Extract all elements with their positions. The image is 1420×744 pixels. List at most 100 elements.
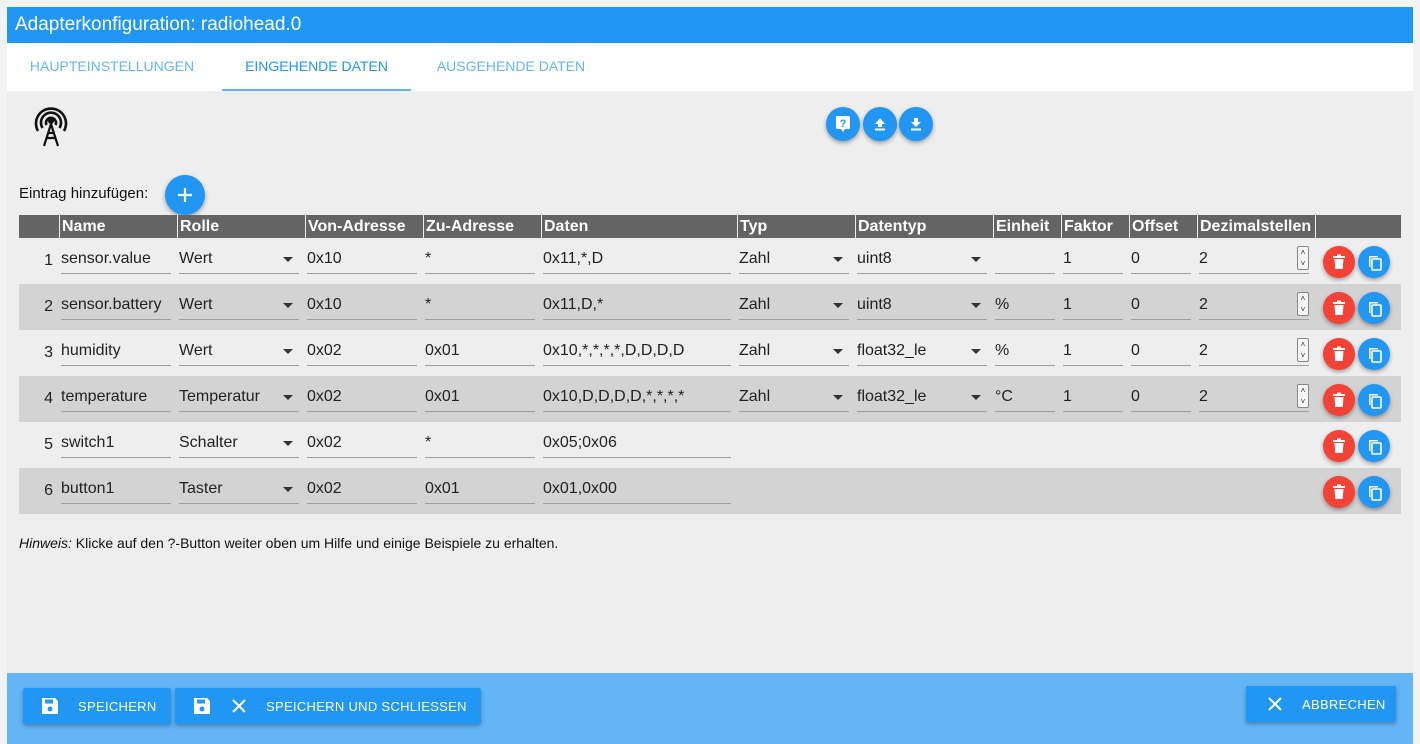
dezimalstellen-input[interactable]: 2 ˄ ˅ [1199, 290, 1309, 320]
copy-row-button[interactable] [1358, 476, 1390, 508]
download-button[interactable] [899, 107, 933, 141]
help-button[interactable]: ? [826, 107, 860, 141]
delete-row-button[interactable] [1323, 384, 1355, 416]
download-icon [911, 118, 921, 131]
delete-row-button[interactable] [1323, 292, 1355, 324]
column-header-actions [1315, 215, 1401, 238]
typ-select[interactable]: Zahl [739, 244, 849, 274]
daten-input[interactable]: 0x10,*,*,*,*,D,D,D,D [543, 336, 731, 366]
copy-row-button[interactable] [1358, 292, 1390, 324]
copy-row-button[interactable] [1358, 384, 1390, 416]
number-spinner[interactable]: ˄ ˅ [1297, 246, 1309, 270]
typ-value: Zahl [739, 250, 771, 267]
rolle-select[interactable]: Taster [179, 474, 299, 504]
name-input[interactable]: switch1 [61, 428, 171, 458]
copy-row-button[interactable] [1358, 430, 1390, 462]
rolle-select[interactable]: Wert [179, 336, 299, 366]
delete-row-button[interactable] [1323, 338, 1355, 370]
dezimalstellen-input[interactable]: 2 ˄ ˅ [1199, 382, 1309, 412]
typ-select[interactable]: Zahl [739, 336, 849, 366]
save-button[interactable]: SPEICHERN [23, 688, 171, 724]
faktor-input[interactable]: 1 [1063, 244, 1123, 274]
add-entry-button[interactable] [165, 175, 205, 215]
typ-select[interactable]: Zahl [739, 290, 849, 320]
tab-ausgehende-daten[interactable]: AUSGEHENDE DATEN [416, 43, 606, 91]
faktor-input[interactable]: 1 [1063, 336, 1123, 366]
daten-input[interactable]: 0x05;0x06 [543, 428, 731, 458]
upload-icon [875, 118, 885, 131]
daten-input[interactable]: 0x01,0x00 [543, 474, 731, 504]
von-adresse-input[interactable]: 0x02 [307, 336, 417, 366]
dropdown-caret-icon [971, 395, 981, 400]
dezimalstellen-input[interactable]: 2 ˄ ˅ [1199, 336, 1309, 366]
name-input[interactable]: humidity [61, 336, 171, 366]
number-spinner[interactable]: ˄ ˅ [1297, 384, 1309, 408]
tab-haupteinstellungen[interactable]: HAUPTEINSTELLUNGEN [7, 43, 217, 91]
rolle-select[interactable]: Wert [179, 290, 299, 320]
page-background: Adapterkonfiguration: radiohead.0 HAUPTE… [0, 0, 1420, 744]
hint-body: Klicke auf den ?-Button weiter oben um H… [71, 535, 559, 551]
daten-input[interactable]: 0x11,D,* [543, 290, 731, 320]
save-and-close-label: SPEICHERN UND SCHLIESSEN [266, 698, 467, 714]
name-input[interactable]: temperature [61, 382, 171, 412]
faktor-input[interactable]: 1 [1063, 290, 1123, 320]
von-adresse-input[interactable]: 0x02 [307, 382, 417, 412]
hint-prefix: Hinweis: [19, 535, 72, 551]
copy-icon [1369, 394, 1382, 409]
dropdown-caret-icon [971, 303, 981, 308]
row-number: 1 [44, 252, 53, 269]
einheit-input[interactable] [995, 244, 1055, 274]
dropdown-caret-icon [283, 257, 293, 262]
von-adresse-input[interactable]: 0x10 [307, 244, 417, 274]
offset-input[interactable]: 0 [1131, 290, 1191, 320]
faktor-input[interactable]: 1 [1063, 382, 1123, 412]
offset-input[interactable]: 0 [1131, 244, 1191, 274]
offset-input[interactable]: 0 [1131, 336, 1191, 366]
daten-input[interactable]: 0x10,D,D,D,D,*,*,*,* [543, 382, 731, 412]
zu-adresse-input[interactable]: 0x01 [425, 474, 535, 504]
hint-text: Hinweis: Klicke auf den ?-Button weiter … [19, 535, 558, 551]
number-spinner[interactable]: ˄ ˅ [1297, 338, 1309, 362]
zu-adresse-input[interactable]: * [425, 428, 535, 458]
delete-row-button[interactable] [1323, 476, 1355, 508]
rolle-select[interactable]: Schalter [179, 428, 299, 458]
daten-input[interactable]: 0x11,*,D [543, 244, 731, 274]
einheit-input[interactable]: °C [995, 382, 1055, 412]
zu-adresse-input[interactable]: 0x01 [425, 382, 535, 412]
name-input[interactable]: sensor.battery [61, 290, 171, 320]
dropdown-caret-icon [971, 349, 981, 354]
datentyp-select[interactable]: uint8 [857, 290, 987, 320]
delete-row-button[interactable] [1323, 430, 1355, 462]
table-row: 4 temperature Temperatur 0x02 0x01 0x10,… [19, 376, 1401, 422]
cancel-button[interactable]: ABBRECHEN [1246, 686, 1396, 722]
einheit-input[interactable]: % [995, 290, 1055, 320]
copy-row-button[interactable] [1358, 246, 1390, 278]
config-dialog: Adapterkonfiguration: radiohead.0 HAUPTE… [7, 7, 1413, 744]
dezimalstellen-value: 2 [1199, 296, 1208, 313]
name-input[interactable]: button1 [61, 474, 171, 504]
datentyp-select[interactable]: float32_le [857, 336, 987, 366]
number-spinner[interactable]: ˄ ˅ [1297, 292, 1309, 316]
von-adresse-input[interactable]: 0x10 [307, 290, 417, 320]
delete-row-button[interactable] [1323, 246, 1355, 278]
rolle-select[interactable]: Temperatur [179, 382, 299, 412]
copy-row-button[interactable] [1358, 338, 1390, 370]
einheit-input[interactable]: % [995, 336, 1055, 366]
datentyp-select[interactable]: uint8 [857, 244, 987, 274]
zu-adresse-input[interactable]: * [425, 290, 535, 320]
typ-select[interactable]: Zahl [739, 382, 849, 412]
tab-eingehende-daten[interactable]: EINGEHENDE DATEN [222, 43, 411, 91]
zu-adresse-input[interactable]: * [425, 244, 535, 274]
rolle-select[interactable]: Wert [179, 244, 299, 274]
dezimalstellen-input[interactable]: 2 ˄ ˅ [1199, 244, 1309, 274]
offset-input[interactable]: 0 [1131, 382, 1191, 412]
zu-adresse-input[interactable]: 0x01 [425, 336, 535, 366]
name-input[interactable]: sensor.value [61, 244, 171, 274]
datentyp-select[interactable]: float32_le [857, 382, 987, 412]
rolle-value: Schalter [179, 434, 238, 451]
datentyp-value: uint8 [857, 296, 892, 313]
von-adresse-input[interactable]: 0x02 [307, 428, 417, 458]
von-adresse-input[interactable]: 0x02 [307, 474, 417, 504]
save-and-close-button[interactable]: SPEICHERN UND SCHLIESSEN [175, 688, 481, 724]
upload-button[interactable] [863, 107, 897, 141]
